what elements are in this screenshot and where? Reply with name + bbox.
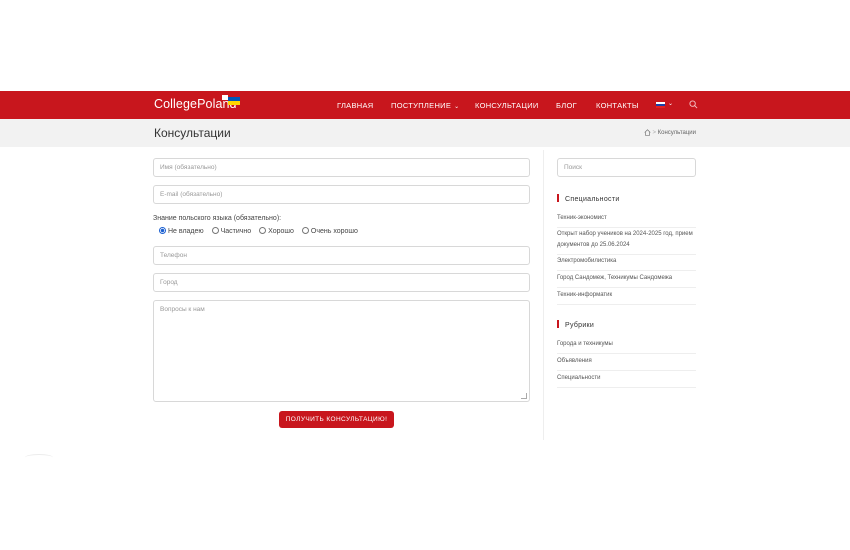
rubric-link[interactable]: Специальности bbox=[557, 373, 696, 388]
questions-textarea[interactable]: Вопросы к нам bbox=[153, 300, 530, 402]
sidebar-search-input[interactable]: Поиск bbox=[557, 158, 696, 177]
questions-placeholder: Вопросы к нам bbox=[160, 306, 205, 313]
rubrics-title: Рубрики bbox=[565, 322, 595, 329]
radio-label: Не владею bbox=[168, 228, 204, 235]
name-input[interactable]: Имя (обязательно) bbox=[153, 158, 530, 177]
decorative-curve bbox=[25, 454, 53, 461]
sidebar-divider bbox=[543, 150, 544, 440]
search-placeholder: Поиск bbox=[564, 164, 583, 171]
email-placeholder: E-mail (обязательно) bbox=[160, 191, 223, 198]
radio-label: Хорошо bbox=[268, 228, 294, 235]
home-icon[interactable] bbox=[644, 129, 651, 136]
site-header: CollegePoland ГЛАВНАЯ ПОСТУПЛЕНИЕ ⌄ КОНСУ… bbox=[0, 91, 850, 119]
specialty-link[interactable]: Электромобилистика bbox=[557, 256, 696, 271]
nav-contacts[interactable]: КОНТАКТЫ bbox=[596, 101, 639, 110]
radio-partial[interactable]: Частично bbox=[211, 227, 252, 235]
specialty-link[interactable]: Техник-экономист bbox=[557, 213, 696, 228]
rubrics-heading: Рубрики bbox=[557, 320, 594, 329]
specialties-title: Специальности bbox=[565, 196, 620, 203]
resize-handle-icon[interactable] bbox=[521, 393, 527, 399]
heading-accent-bar bbox=[557, 320, 559, 328]
specialty-link[interactable]: Техник-информатик bbox=[557, 290, 696, 305]
heading-accent-bar bbox=[557, 194, 559, 202]
radio-unchecked-icon bbox=[301, 227, 309, 234]
specialties-heading: Специальности bbox=[557, 194, 620, 203]
nav-home[interactable]: ГЛАВНАЯ bbox=[337, 101, 374, 110]
radio-unchecked-icon bbox=[259, 227, 267, 234]
russian-flag-icon[interactable] bbox=[656, 102, 665, 108]
nav-consultations[interactable]: КОНСУЛЬТАЦИИ bbox=[475, 101, 539, 110]
chevron-down-icon[interactable]: ⌄ bbox=[668, 100, 673, 107]
radio-none[interactable]: Не владею bbox=[159, 227, 204, 235]
email-input[interactable]: E-mail (обязательно) bbox=[153, 185, 530, 204]
phone-placeholder: Телефон bbox=[160, 252, 187, 259]
nav-blog[interactable]: БЛОГ bbox=[556, 101, 577, 110]
name-placeholder: Имя (обязательно) bbox=[160, 164, 217, 171]
nav-admission[interactable]: ПОСТУПЛЕНИЕ ⌄ bbox=[391, 101, 460, 110]
chevron-down-icon: ⌄ bbox=[454, 104, 460, 110]
specialty-link[interactable]: Город Сандомеж, Техникумы Сандомежа bbox=[557, 273, 696, 288]
radio-unchecked-icon bbox=[211, 227, 219, 234]
phone-input[interactable]: Телефон bbox=[153, 246, 530, 265]
language-radio-group: Не владею Частично Хорошо Очень хорошо bbox=[159, 227, 364, 235]
rubric-link[interactable]: Объявления bbox=[557, 356, 696, 371]
page-title-bar: Консультации > Консультации bbox=[0, 119, 850, 147]
rubric-link[interactable]: Города и техникумы bbox=[557, 339, 696, 354]
city-input[interactable]: Город bbox=[153, 273, 530, 292]
radio-label: Частично bbox=[220, 228, 252, 235]
logo-flag-icon bbox=[222, 95, 240, 105]
breadcrumb-separator: > bbox=[652, 130, 656, 137]
submit-button[interactable]: ПОЛУЧИТЬ КОНСУЛЬТАЦИЮ! bbox=[279, 411, 394, 428]
city-placeholder: Город bbox=[160, 279, 178, 286]
search-icon[interactable] bbox=[689, 100, 698, 109]
page-title: Консультации bbox=[154, 126, 231, 140]
specialty-link[interactable]: Открыт набор учеников на 2024-2025 год, … bbox=[557, 229, 696, 255]
radio-very-good[interactable]: Очень хорошо bbox=[301, 227, 358, 235]
breadcrumb: > Консультации bbox=[644, 129, 696, 136]
breadcrumb-current: Консультации bbox=[657, 130, 696, 137]
language-label: Знание польского языка (обязательно): bbox=[153, 215, 282, 222]
radio-good[interactable]: Хорошо bbox=[259, 227, 294, 235]
radio-checked-icon bbox=[159, 227, 166, 234]
radio-label: Очень хорошо bbox=[310, 228, 358, 235]
nav-admission-label: ПОСТУПЛЕНИЕ bbox=[391, 101, 452, 110]
